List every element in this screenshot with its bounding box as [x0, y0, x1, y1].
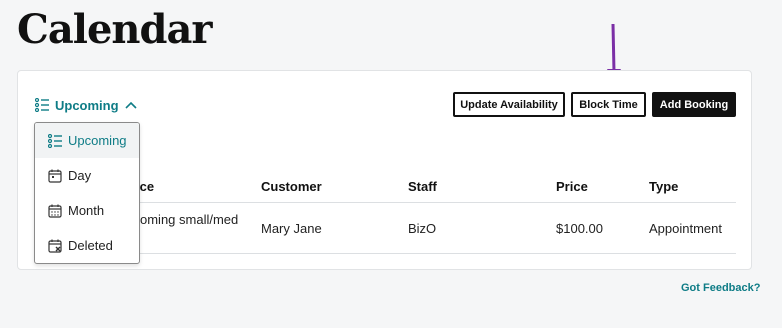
dropdown-item-month[interactable]: Month — [35, 193, 139, 228]
column-header-staff[interactable]: Staff — [408, 179, 437, 194]
view-toggle[interactable]: Upcoming — [35, 96, 137, 114]
cell-type: Appointment — [649, 221, 722, 236]
dropdown-item-label: Month — [68, 203, 105, 218]
calendar-day-icon — [48, 169, 62, 183]
column-header-customer[interactable]: Customer — [261, 179, 322, 194]
dropdown-item-label: Day — [68, 168, 92, 183]
calendar-delete-icon — [48, 239, 62, 253]
block-time-button[interactable]: Block Time — [571, 92, 646, 117]
add-booking-button[interactable]: Add Booking — [652, 92, 736, 117]
cell-service: oming small/med — [140, 212, 239, 227]
dropdown-item-label: Deleted — [68, 238, 113, 253]
column-header-type[interactable]: Type — [649, 179, 678, 194]
feedback-link[interactable]: Got Feedback? — [681, 282, 760, 294]
cell-customer: Mary Jane — [261, 221, 322, 236]
chevron-up-icon — [124, 101, 137, 109]
dropdown-item-upcoming[interactable]: Upcoming — [35, 123, 139, 158]
dropdown-item-label: Upcoming — [68, 133, 127, 148]
page-title: Calendar — [17, 6, 212, 53]
cell-staff: BizO — [408, 221, 437, 236]
view-toggle-label: Upcoming — [55, 97, 119, 113]
dropdown-item-day[interactable]: Day — [35, 158, 139, 193]
view-dropdown-menu: Upcoming Day Month Deleted — [34, 122, 140, 264]
calendar-month-icon — [48, 204, 62, 218]
list-view-icon — [35, 98, 49, 112]
list-view-icon — [48, 133, 62, 148]
column-header-price[interactable]: Price — [556, 179, 588, 194]
dropdown-item-deleted[interactable]: Deleted — [35, 228, 139, 263]
cell-price: $100.00 — [556, 221, 603, 236]
update-availability-button[interactable]: Update Availability — [453, 92, 565, 117]
